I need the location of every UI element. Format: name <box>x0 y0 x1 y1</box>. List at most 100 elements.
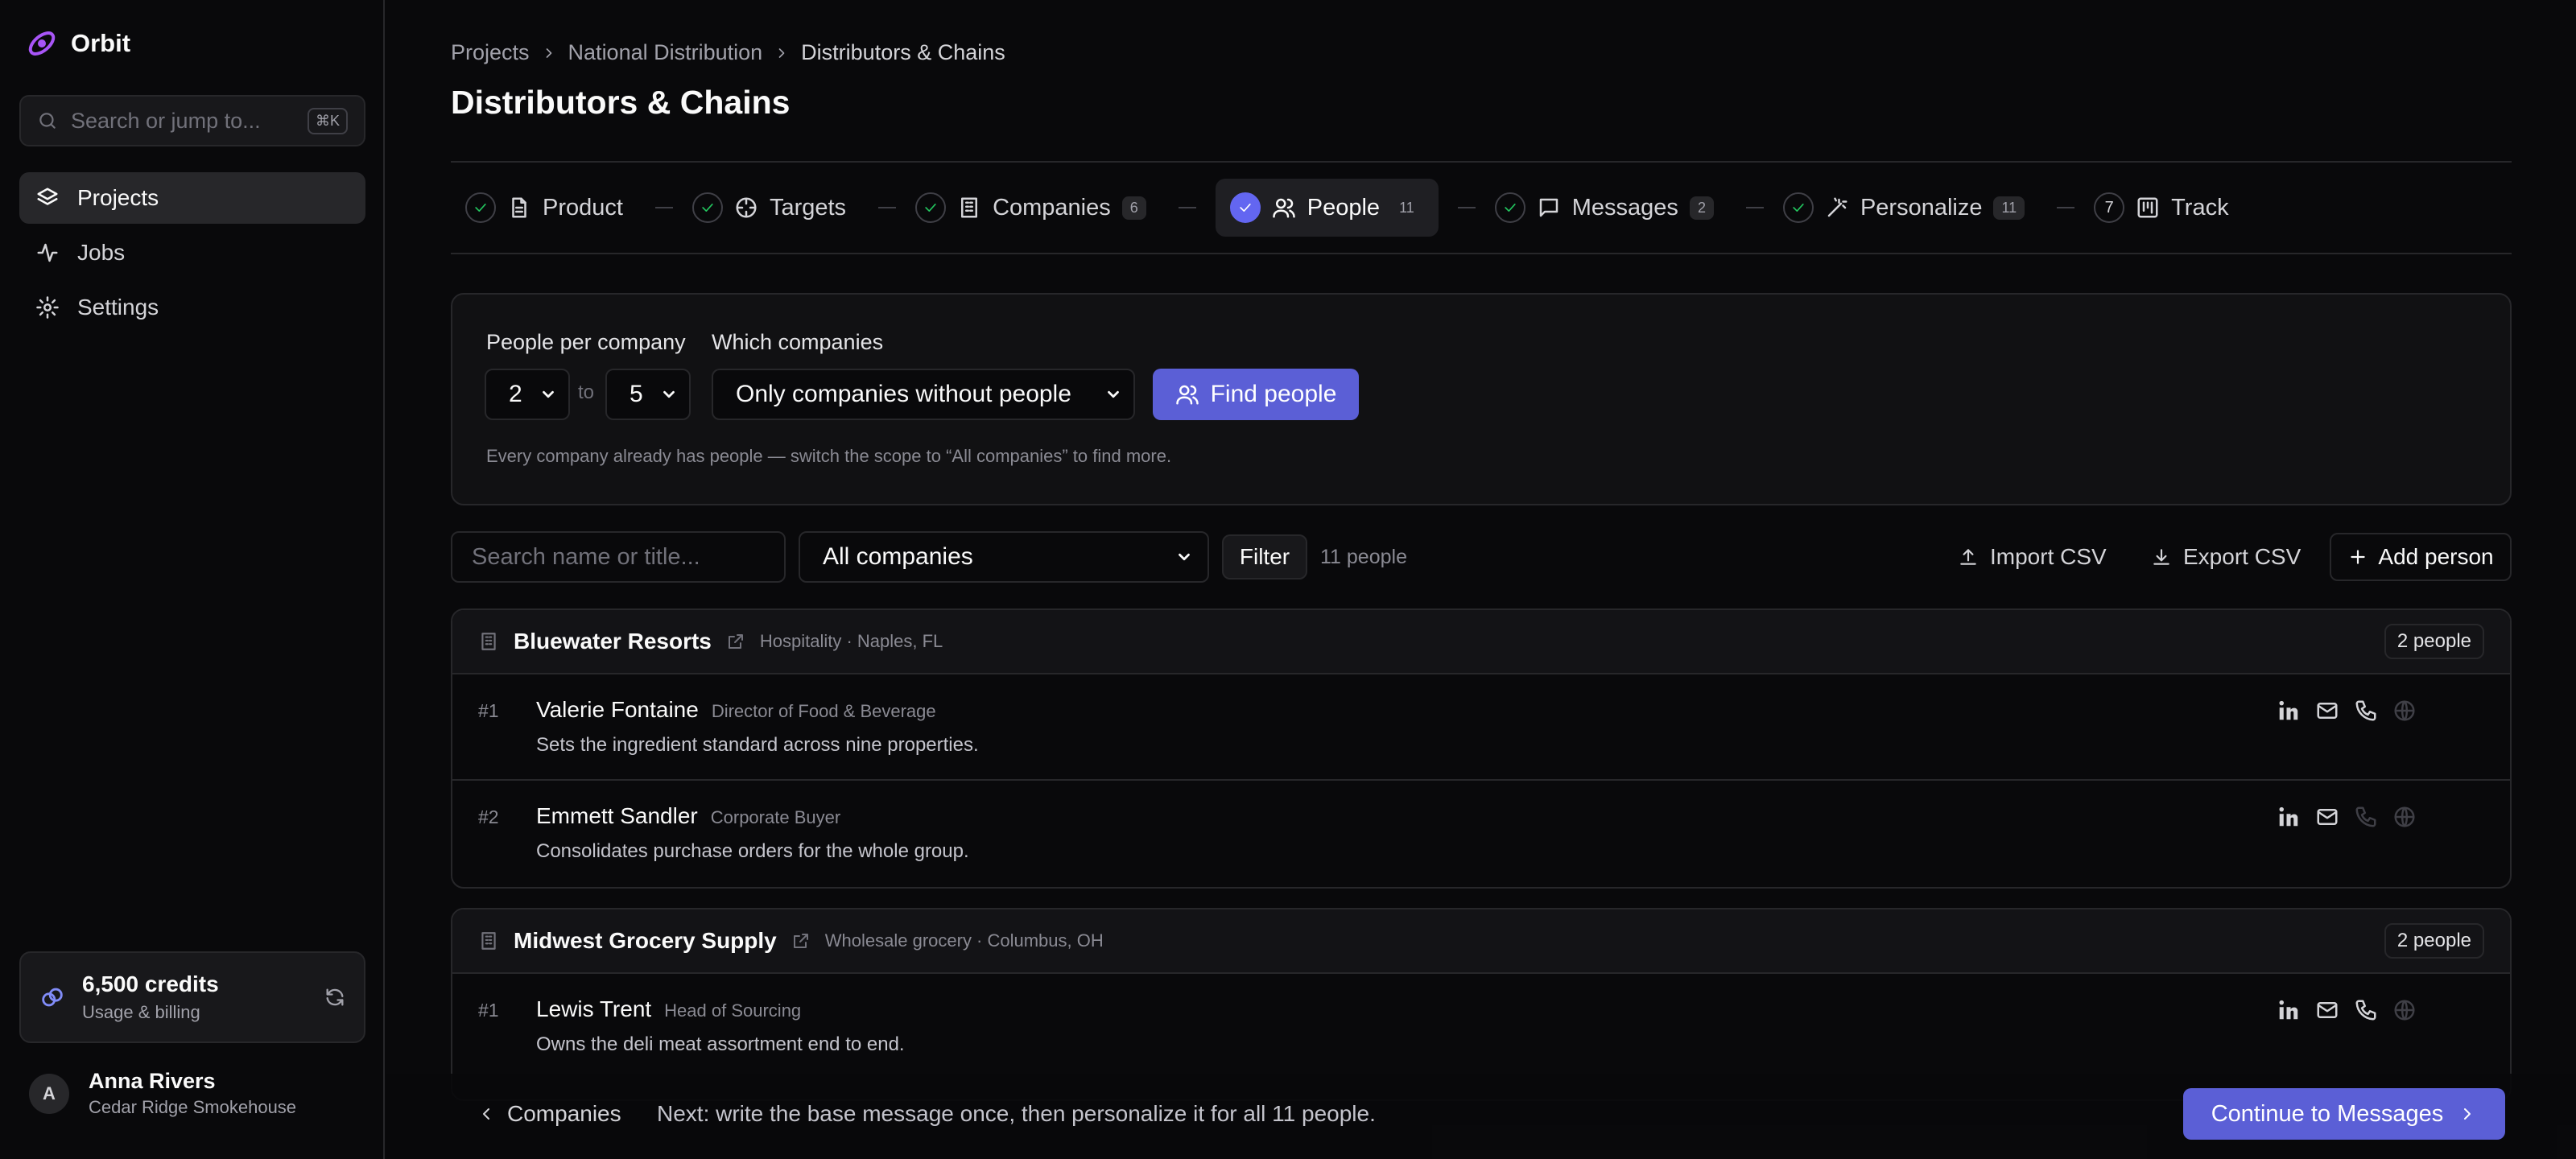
step-count: 2 <box>1689 196 1714 220</box>
step-targets[interactable]: Targets <box>691 179 859 237</box>
globe-icon <box>2392 699 2417 723</box>
company-name[interactable]: Bluewater Resorts <box>514 629 712 654</box>
company-filter-select[interactable]: All companies <box>799 531 1209 583</box>
step-companies[interactable]: Companies 6 <box>915 179 1159 237</box>
person-rank: #1 <box>478 1000 499 1021</box>
export-csv-label: Export CSV <box>2183 544 2301 569</box>
sidebar-item-jobs[interactable]: Jobs <box>19 227 365 278</box>
linkedin-icon[interactable] <box>2277 805 2301 829</box>
phone-icon <box>2354 805 2378 829</box>
brand[interactable]: Orbit <box>26 27 130 60</box>
step-separator <box>654 207 673 208</box>
globe-icon <box>2392 805 2417 829</box>
step-footer: Companies Next: write the base message o… <box>386 1074 2576 1159</box>
continue-to-messages-button[interactable]: Continue to Messages <box>2183 1088 2505 1140</box>
step-separator <box>1178 207 1196 208</box>
refresh-icon[interactable] <box>324 986 346 1008</box>
step-personalize[interactable]: Personalize 11 <box>1782 179 2037 237</box>
person-name: Emmett Sandler <box>536 803 698 828</box>
step-number: 7 <box>2094 192 2125 223</box>
company-name[interactable]: Midwest Grocery Supply <box>514 928 777 954</box>
person-row[interactable]: #1 Lewis Trent Head of Sourcing Owns the … <box>452 974 2510 1080</box>
breadcrumb-current: Distributors & Chains <box>801 40 1005 64</box>
company-meta: Hospitality · Naples, FL <box>759 631 943 651</box>
back-to-companies-button[interactable]: Companies <box>477 1101 621 1127</box>
chevron-down-icon <box>1175 548 1193 566</box>
people-toolbar: Search name or title... All companies Fi… <box>451 531 2512 583</box>
mail-icon[interactable] <box>2315 805 2339 829</box>
message-icon <box>1537 196 1561 220</box>
add-person-label: Add person <box>2378 544 2494 569</box>
person-row[interactable]: #2 Emmett Sandler Corporate Buyer Consoli… <box>452 781 2510 887</box>
chevron-down-icon <box>660 386 678 403</box>
step-people[interactable]: People 11 <box>1215 179 1439 237</box>
user-profile[interactable]: A Anna Rivers Cedar Ridge Smokehouse <box>29 1069 296 1118</box>
phone-icon[interactable] <box>2354 699 2378 723</box>
person-name: Valerie Fontaine <box>536 697 699 722</box>
find-people-button[interactable]: Find people <box>1153 369 1359 420</box>
credits-sub: Usage & billing <box>82 1002 200 1022</box>
min-people-select[interactable]: 2 <box>485 369 570 420</box>
mail-icon[interactable] <box>2315 998 2339 1022</box>
linkedin-icon[interactable] <box>2277 699 2301 723</box>
step-label: People <box>1307 194 1381 221</box>
download-icon <box>2151 547 2172 567</box>
building-icon <box>478 930 499 951</box>
credits-card[interactable]: 6,500 credits Usage & billing <box>19 951 365 1043</box>
company-people-badge: 2 people <box>2384 624 2484 659</box>
external-link-icon[interactable] <box>791 931 811 951</box>
people-search-input[interactable]: Search name or title... <box>451 531 786 583</box>
company-people-badge: 2 people <box>2384 923 2484 959</box>
export-csv-button[interactable]: Export CSV <box>2151 531 2301 583</box>
upload-icon <box>1958 547 1979 567</box>
avatar: A <box>29 1073 69 1114</box>
company-meta: Wholesale grocery · Columbus, OH <box>824 930 1104 951</box>
back-label: Companies <box>507 1101 621 1126</box>
mail-icon[interactable] <box>2315 699 2339 723</box>
range-to-label: to <box>578 382 595 403</box>
person-description: Consolidates purchase orders for the who… <box>536 840 969 862</box>
external-link-icon[interactable] <box>726 632 745 651</box>
person-rank: #1 <box>478 700 499 721</box>
find-people-panel: People per company Which companies 2 to … <box>451 293 2512 505</box>
document-icon <box>507 196 531 220</box>
kanban-icon <box>2136 196 2160 220</box>
building-icon <box>478 631 499 652</box>
company-scope-select[interactable]: Only companies without people <box>712 369 1135 420</box>
breadcrumb-item[interactable]: National Distribution <box>568 40 763 65</box>
orbit-logo-icon <box>26 27 58 60</box>
app-name: Orbit <box>71 29 131 57</box>
filter-button[interactable]: Filter <box>1222 534 1307 580</box>
breadcrumb-item[interactable]: Projects <box>451 40 530 65</box>
max-people-select[interactable]: 5 <box>605 369 691 420</box>
linkedin-icon[interactable] <box>2277 998 2301 1022</box>
person-description: Owns the deli meat assortment end to end… <box>536 1033 905 1055</box>
people-count: 11 people <box>1320 546 1407 568</box>
person-description: Sets the ingredient standard across nine… <box>536 734 979 756</box>
person-row[interactable]: #1 Valerie Fontaine Director of Food & Be… <box>452 674 2510 781</box>
step-track[interactable]: 7 Track <box>2094 179 2241 237</box>
plus-icon <box>2347 547 2368 567</box>
users-icon <box>1272 196 1296 220</box>
phone-icon[interactable] <box>2354 998 2378 1022</box>
import-csv-label: Import CSV <box>1990 544 2107 569</box>
step-product[interactable]: Product <box>465 179 636 237</box>
person-name: Lewis Trent <box>536 996 652 1021</box>
sidebar-item-label: Jobs <box>77 240 126 265</box>
add-person-button[interactable]: Add person <box>2330 533 2512 581</box>
step-separator <box>878 207 897 208</box>
step-messages[interactable]: Messages 2 <box>1494 179 1727 237</box>
sidebar-item-projects[interactable]: Projects <box>19 172 365 224</box>
sidebar-search[interactable]: Search or jump to... ⌘K <box>19 95 365 146</box>
step-separator <box>2057 207 2075 208</box>
globe-icon <box>2392 998 2417 1022</box>
coins-icon <box>39 984 66 1011</box>
contact-icons <box>2277 998 2417 1022</box>
step-count: 11 <box>1399 199 1414 216</box>
import-csv-button[interactable]: Import CSV <box>1958 531 2107 583</box>
per-company-label: People per company <box>486 330 686 354</box>
continue-label: Continue to Messages <box>2211 1100 2444 1127</box>
chevron-down-icon <box>1104 386 1122 403</box>
min-people-value: 2 <box>509 381 522 407</box>
sidebar-item-settings[interactable]: Settings <box>19 282 365 333</box>
